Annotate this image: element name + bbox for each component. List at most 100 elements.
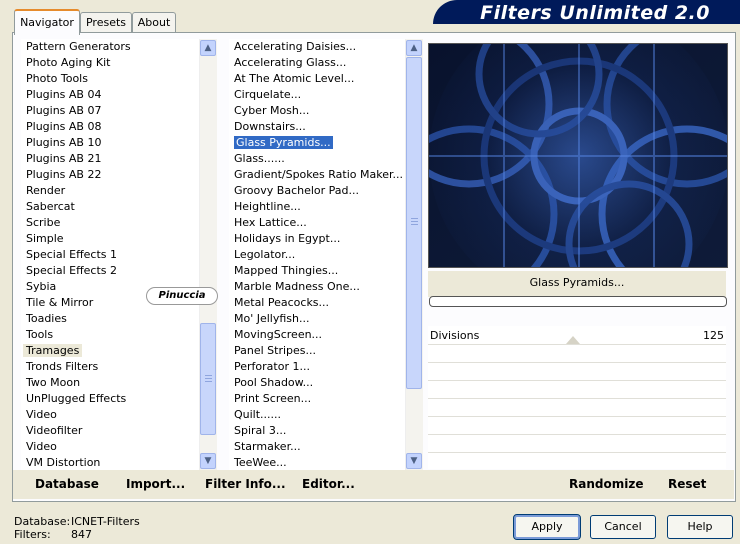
list-item[interactable]: Glass Pyramids... (229, 135, 405, 151)
randomize-button[interactable]: Randomize (569, 477, 643, 491)
list-item-label: Hex Lattice... (234, 216, 307, 229)
list-item[interactable]: MovingScreen... (229, 327, 405, 343)
scroll-thumb[interactable] (406, 57, 422, 389)
list-item[interactable]: Pattern Generators (21, 39, 199, 55)
list-item-label: Plugins AB 21 (26, 152, 102, 165)
list-item[interactable]: Scribe (21, 215, 199, 231)
list-item[interactable]: Starmaker... (229, 439, 405, 455)
filter-list[interactable]: Accelerating Daisies... Accelerating Glas… (229, 39, 405, 470)
scroll-thumb[interactable] (200, 323, 216, 435)
slider-pointer-icon[interactable] (566, 336, 580, 344)
list-item[interactable]: Perforator 1... (229, 359, 405, 375)
list-item-label: Plugins AB 08 (26, 120, 102, 133)
help-button[interactable]: Help (667, 515, 733, 539)
list-item[interactable]: Plugins AB 21 (21, 151, 199, 167)
list-item-label: Photo Aging Kit (26, 56, 111, 69)
list-item[interactable]: Plugins AB 07 (21, 103, 199, 119)
list-item[interactable]: Mo' Jellyfish... (229, 311, 405, 327)
scroll-up-icon[interactable]: ▲ (200, 40, 216, 56)
list-item[interactable]: Hex Lattice... (229, 215, 405, 231)
tab-about[interactable]: About (132, 12, 176, 33)
filter-info-button[interactable]: Filter Info... (205, 477, 286, 491)
list-item[interactable]: Pool Shadow... (229, 375, 405, 391)
list-item[interactable]: Print Screen... (229, 391, 405, 407)
list-item[interactable]: UnPlugged Effects (21, 391, 199, 407)
list-item-label: MovingScreen... (234, 328, 323, 341)
list-item[interactable]: Marble Madness One... (229, 279, 405, 295)
list-item-label: Mo' Jellyfish... (234, 312, 310, 325)
list-item-label: TeeWee... (234, 456, 287, 469)
list-item[interactable]: Tronds Filters (21, 359, 199, 375)
list-item[interactable]: Tramages (21, 343, 199, 359)
list-item[interactable]: Two Moon (21, 375, 199, 391)
list-item[interactable]: Plugins AB 08 (21, 119, 199, 135)
list-item[interactable]: Video (21, 407, 199, 423)
scroll-up-icon[interactable]: ▲ (406, 40, 422, 56)
list-item[interactable]: Spiral 3... (229, 423, 405, 439)
scroll-down-icon[interactable]: ▼ (406, 453, 422, 469)
list-item-label: Mapped Thingies... (234, 264, 339, 277)
list-item[interactable]: Holidays in Egypt... (229, 231, 405, 247)
list-item[interactable]: TeeWee... (229, 455, 405, 470)
list-item[interactable]: Glass...... (229, 151, 405, 167)
list-item[interactable]: Quilt...... (229, 407, 405, 423)
list-item[interactable]: Toadies (21, 311, 199, 327)
list-item[interactable]: Legolator... (229, 247, 405, 263)
list-item-label: Tramages (23, 344, 83, 357)
list-item[interactable]: Downstairs... (229, 119, 405, 135)
list-item[interactable]: Video (21, 439, 199, 455)
reset-button[interactable]: Reset (668, 477, 706, 491)
list-item[interactable]: Plugins AB 22 (21, 167, 199, 183)
list-item[interactable]: Videofilter (21, 423, 199, 439)
preview-filter-name: Glass Pyramids... (529, 276, 625, 289)
filters-label: Filters: (14, 528, 51, 541)
list-item-label: Sybia (26, 280, 57, 293)
list-item-label: Quilt...... (234, 408, 282, 421)
list-item[interactable]: Plugins AB 04 (21, 87, 199, 103)
list-item[interactable]: Accelerating Glass... (229, 55, 405, 71)
list-item[interactable]: Accelerating Daisies... (229, 39, 405, 55)
list-item-label: Sabercat (26, 200, 75, 213)
list-item[interactable]: Photo Aging Kit (21, 55, 199, 71)
list-item-label: Pattern Generators (26, 40, 131, 53)
list-item-label: Spiral 3... (234, 424, 287, 437)
list-item[interactable]: At The Atomic Level... (229, 71, 405, 87)
database-label: Database: (14, 515, 71, 528)
cancel-button[interactable]: Cancel (590, 515, 656, 539)
tab-navigator[interactable]: Navigator (14, 9, 80, 35)
param-value: 125 (703, 329, 724, 342)
scroll-down-icon[interactable]: ▼ (200, 453, 216, 469)
import-button[interactable]: Import... (126, 477, 185, 491)
editor-button[interactable]: Editor... (302, 477, 355, 491)
list-item[interactable]: Cyber Mosh... (229, 103, 405, 119)
list-item[interactable]: Panel Stripes... (229, 343, 405, 359)
list-item-label: Perforator 1... (234, 360, 310, 373)
list-item-label: Plugins AB 22 (26, 168, 102, 181)
param-row-empty (428, 398, 726, 416)
list-item[interactable]: Special Effects 2 (21, 263, 199, 279)
list-item[interactable]: Special Effects 1 (21, 247, 199, 263)
category-scrollbar[interactable]: ▲ ▼ (199, 39, 217, 470)
tab-presets[interactable]: Presets (80, 12, 132, 33)
list-item[interactable]: Groovy Bachelor Pad... (229, 183, 405, 199)
category-list[interactable]: Pattern Generators Photo Aging Kit Photo T… (21, 39, 199, 470)
list-item[interactable]: Plugins AB 10 (21, 135, 199, 151)
list-item-label: Downstairs... (234, 120, 306, 133)
list-item[interactable]: VM Distortion (21, 455, 199, 470)
list-item[interactable]: Photo Tools (21, 71, 199, 87)
database-button[interactable]: Database (35, 477, 99, 491)
list-item[interactable]: Sabercat (21, 199, 199, 215)
apply-button[interactable]: Apply (513, 514, 581, 540)
param-row-divisions[interactable]: Divisions 125 (428, 326, 726, 344)
filter-scrollbar[interactable]: ▲ ▼ (405, 39, 423, 470)
list-item[interactable]: Simple (21, 231, 199, 247)
list-item[interactable]: Render (21, 183, 199, 199)
list-item[interactable]: Cirquelate... (229, 87, 405, 103)
list-item[interactable]: Gradient/Spokes Ratio Maker... (229, 167, 405, 183)
list-item-label: Plugins AB 10 (26, 136, 102, 149)
list-item[interactable]: Metal Peacocks... (229, 295, 405, 311)
list-item[interactable]: Mapped Thingies... (229, 263, 405, 279)
list-item[interactable]: Tools (21, 327, 199, 343)
list-item-label: Render (26, 184, 66, 197)
list-item[interactable]: Heightline... (229, 199, 405, 215)
